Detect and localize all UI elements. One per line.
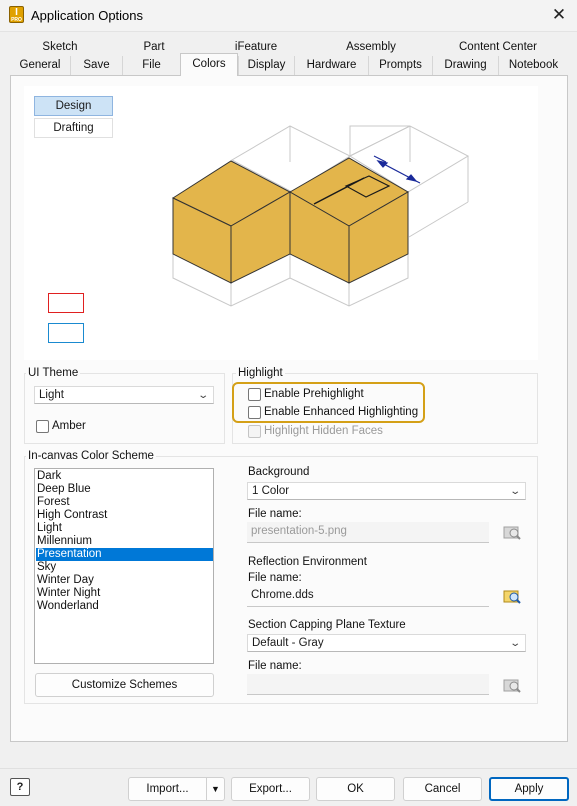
tab-notebook[interactable]: Notebook — [498, 56, 568, 75]
list-item[interactable]: High Contrast — [36, 509, 213, 522]
amber-checkbox[interactable] — [36, 420, 49, 433]
tab-content-center[interactable]: Content Center — [428, 38, 568, 56]
tab-general[interactable]: General — [10, 56, 70, 75]
import-dropdown-arrow[interactable]: ▼ — [206, 777, 225, 801]
list-item[interactable]: Dark — [36, 470, 213, 483]
highlight-hidden-faces-checkbox[interactable] — [248, 425, 261, 438]
tab-save[interactable]: Save — [70, 56, 122, 75]
tab-prompts[interactable]: Prompts — [368, 56, 432, 75]
browse-folder-icon[interactable] — [502, 676, 524, 696]
tab-file[interactable]: File — [122, 56, 180, 75]
chevron-down-icon: ⌄ — [508, 486, 521, 497]
footer-separator — [0, 768, 577, 769]
section-capping-select[interactable]: Default - Gray ⌄ — [247, 634, 526, 652]
reflection-file-field[interactable]: Chrome.dds — [247, 586, 489, 607]
cancel-button[interactable]: Cancel — [403, 777, 482, 801]
tab-hardware[interactable]: Hardware — [294, 56, 368, 75]
section-capping-label: Section Capping Plane Texture — [248, 619, 406, 631]
color-scheme-label: In-canvas Color Scheme — [26, 450, 156, 462]
ui-theme-label: UI Theme — [26, 367, 81, 379]
list-item[interactable]: Wonderland — [36, 600, 213, 613]
background-label: Background — [248, 466, 310, 478]
chevron-down-icon: ⌄ — [196, 390, 209, 401]
browse-folder-icon[interactable] — [502, 523, 524, 543]
list-item[interactable]: Deep Blue — [36, 483, 213, 496]
sketch-color-swatch-blue[interactable] — [48, 323, 84, 343]
tab-drawing[interactable]: Drawing — [432, 56, 498, 75]
drafting-mode-button[interactable]: Drafting — [34, 118, 113, 138]
customize-schemes-button[interactable]: Customize Schemes — [35, 673, 214, 697]
sketch-color-swatch-red[interactable] — [48, 293, 84, 313]
annotation-highlight-outline — [232, 382, 425, 423]
list-item[interactable]: Sky — [36, 561, 213, 574]
tab-display[interactable]: Display — [238, 56, 294, 75]
color-scheme-list[interactable]: Dark Deep Blue Forest High Contrast Ligh… — [34, 468, 214, 664]
highlight-label: Highlight — [236, 367, 285, 379]
tab-underline-left — [10, 75, 180, 76]
tab-colors[interactable]: Colors — [180, 53, 238, 76]
app-icon-sub: PRO — [11, 17, 22, 23]
list-item[interactable]: Millennium — [36, 535, 213, 548]
section-capping-value: Default - Gray — [252, 637, 324, 649]
reflection-file-label: File name: — [248, 572, 302, 584]
section-capping-file-field[interactable] — [247, 674, 489, 695]
help-icon[interactable]: ? — [10, 778, 30, 796]
ui-theme-group — [24, 373, 225, 444]
highlight-hidden-faces-label: Highlight Hidden Faces — [264, 425, 383, 437]
tab-assembly[interactable]: Assembly — [314, 38, 428, 56]
background-select[interactable]: 1 Color ⌄ — [247, 482, 526, 500]
background-file-label: File name: — [248, 508, 302, 520]
reflection-label: Reflection Environment — [248, 556, 367, 568]
apply-button[interactable]: Apply — [489, 777, 569, 801]
section-capping-file-label: File name: — [248, 660, 302, 672]
export-button[interactable]: Export... — [231, 777, 310, 801]
close-icon[interactable]: ✕ — [547, 5, 571, 27]
list-item[interactable]: Light — [36, 522, 213, 535]
browse-folder-icon[interactable] — [502, 587, 524, 607]
amber-label: Amber — [52, 420, 86, 432]
list-item[interactable]: Winter Night — [36, 587, 213, 600]
tab-sketch[interactable]: Sketch — [10, 38, 110, 56]
ui-theme-value: Light — [39, 389, 64, 401]
design-mode-button[interactable]: Design — [34, 96, 113, 116]
import-button[interactable]: Import... — [128, 777, 207, 801]
list-item[interactable]: Winter Day — [36, 574, 213, 587]
window-title: Application Options — [31, 8, 144, 23]
tab-underline-right — [238, 75, 568, 76]
ok-button[interactable]: OK — [316, 777, 395, 801]
chevron-down-icon: ⌄ — [508, 638, 521, 649]
background-value: 1 Color — [252, 485, 290, 497]
app-icon: I PRO — [9, 6, 24, 23]
background-file-field[interactable]: presentation-5.png — [247, 522, 489, 543]
ui-theme-select[interactable]: Light ⌄ — [34, 386, 214, 404]
list-item-selected[interactable]: Presentation — [36, 548, 213, 561]
list-item[interactable]: Forest — [36, 496, 213, 509]
